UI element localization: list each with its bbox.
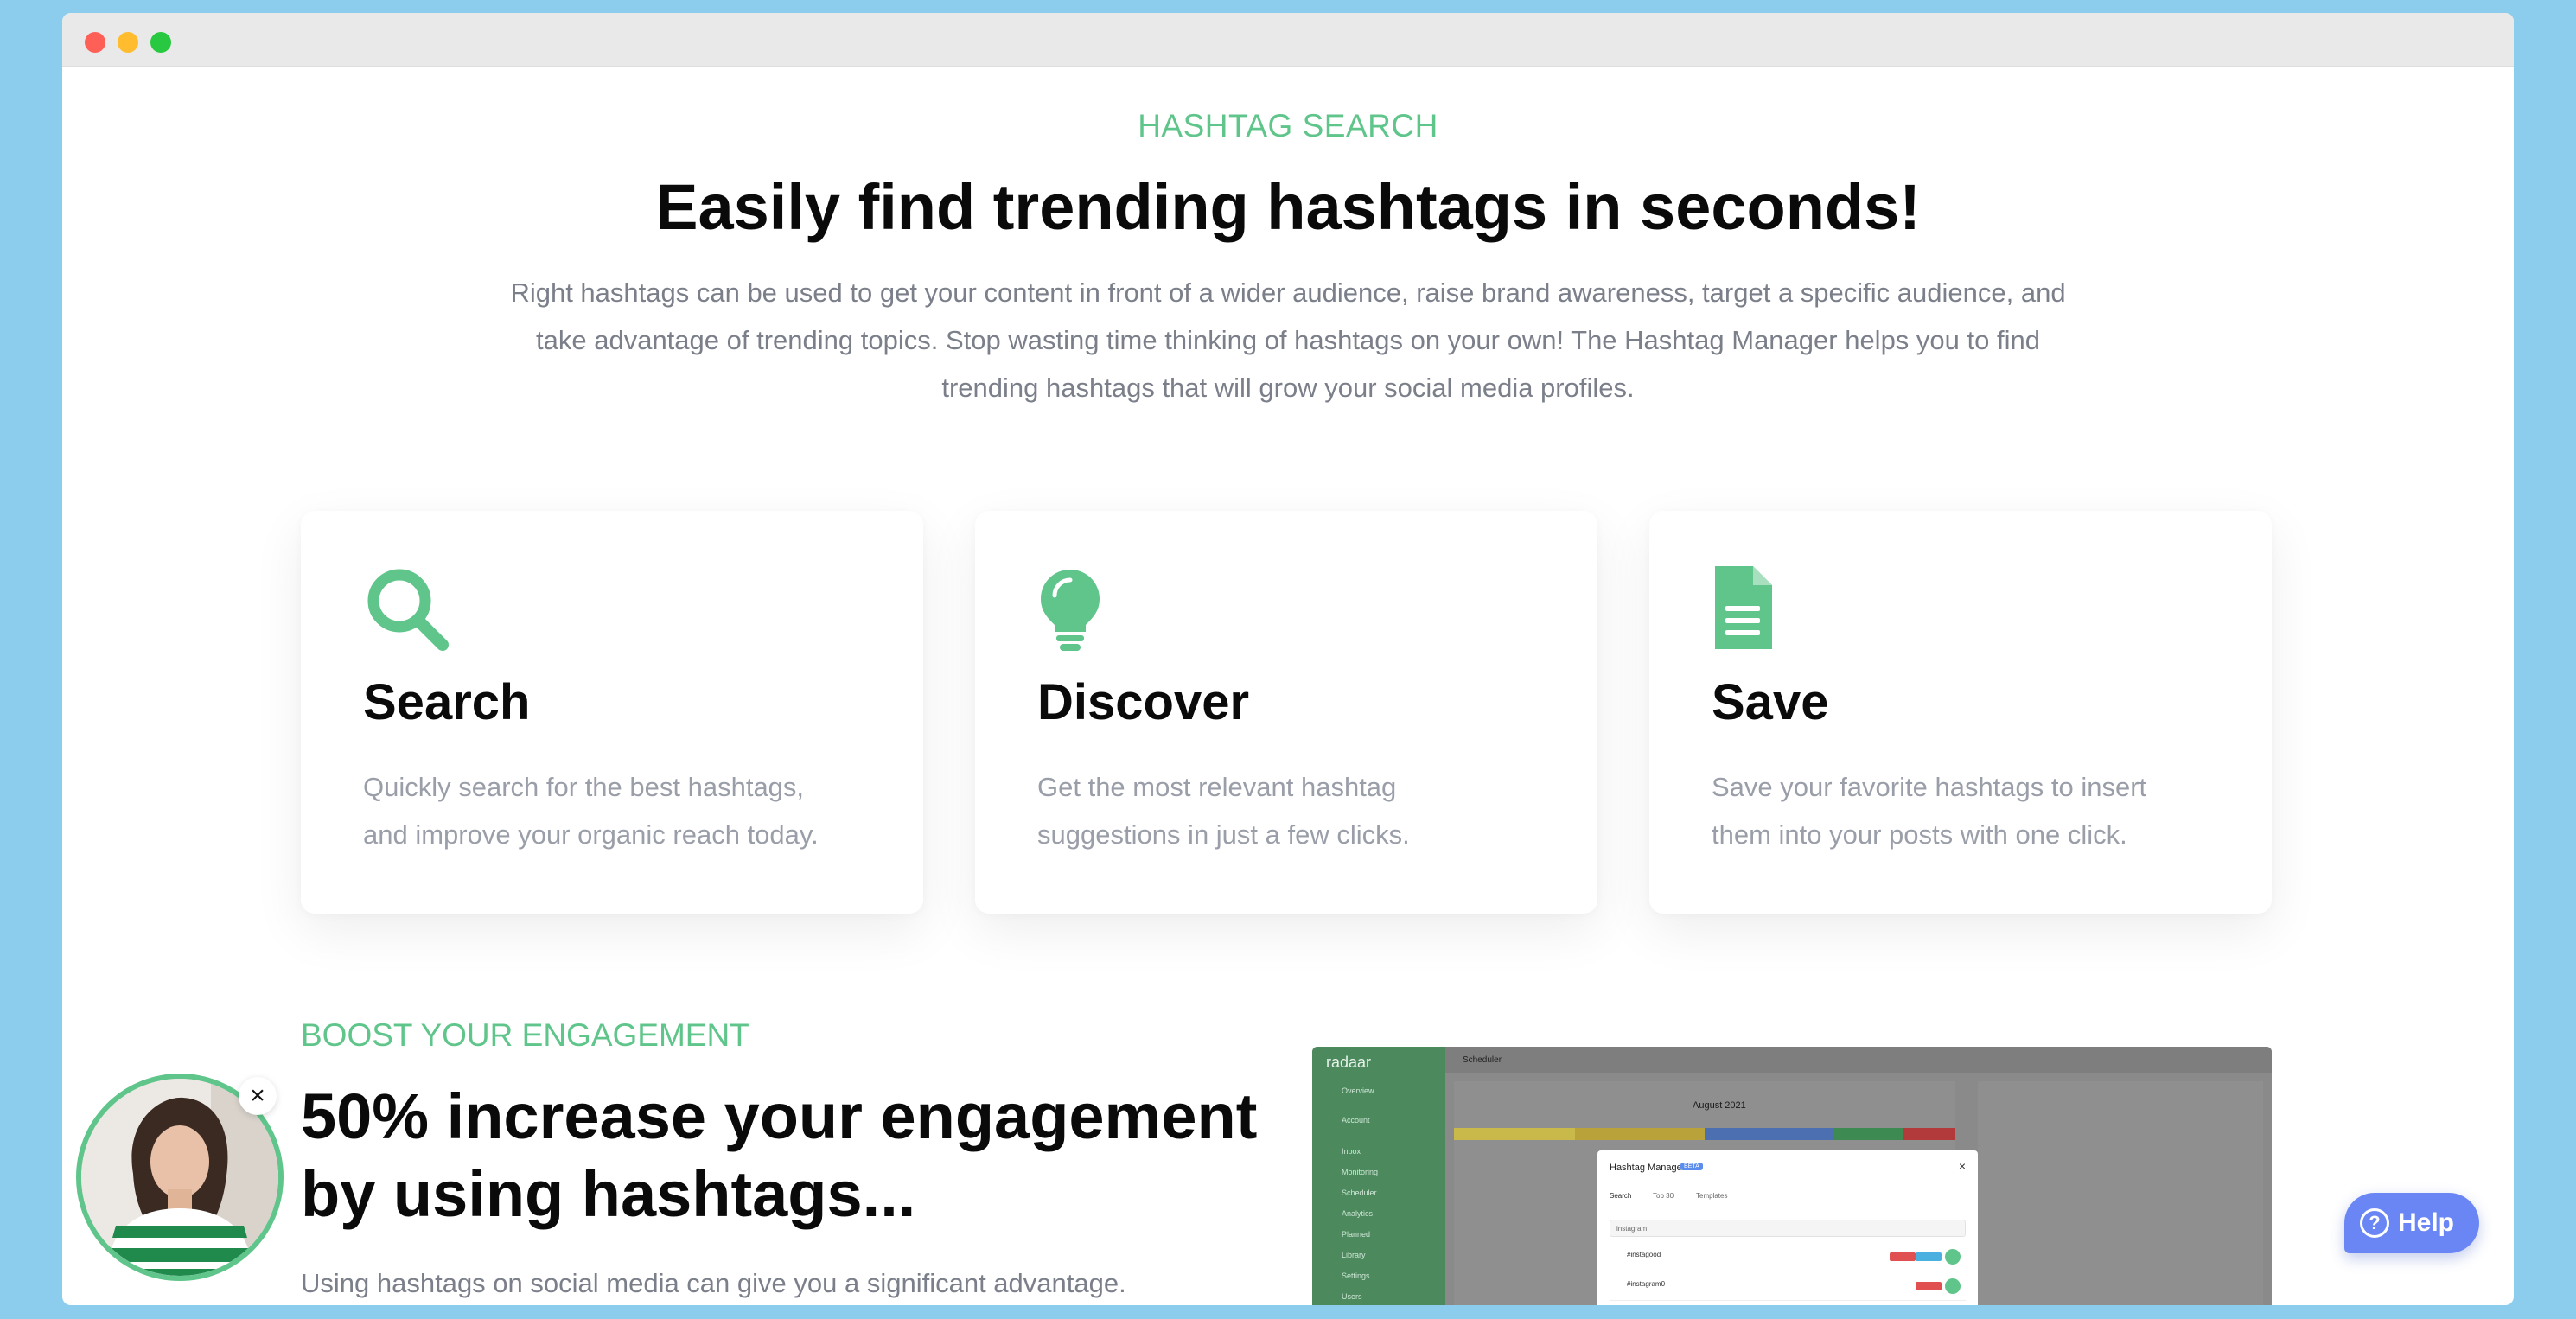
feature-description-line: suggestions in just a few clicks. bbox=[1037, 819, 1410, 850]
hashtag-manager-modal: Hashtag Manager BETA × Search Top 30 Tem… bbox=[1597, 1150, 1978, 1305]
preview-right-panel bbox=[1978, 1081, 2263, 1305]
question-icon: ? bbox=[2360, 1208, 2389, 1238]
preview-status-strip bbox=[1575, 1128, 1705, 1140]
feature-title: Search bbox=[363, 674, 531, 730]
boost-title: 50% increase your engagement by using ha… bbox=[301, 1078, 1286, 1233]
preview-sidebar-item: Account bbox=[1342, 1116, 1370, 1125]
boost-eyebrow: BOOST YOUR ENGAGEMENT bbox=[301, 1017, 749, 1053]
boost-title-line: 50% increase your engagement bbox=[301, 1080, 1258, 1152]
modal-hashtag-row: #instagram0 bbox=[1610, 1273, 1966, 1301]
hashtag-pill bbox=[1916, 1252, 1942, 1261]
minimize-window-button[interactable] bbox=[118, 32, 138, 53]
feature-card-save: Save Save your favorite hashtags to inse… bbox=[1649, 511, 2272, 914]
preview-status-strip bbox=[1834, 1128, 1903, 1140]
hero-eyebrow: HASHTAG SEARCH bbox=[1138, 108, 1438, 143]
lightbulb-icon bbox=[1041, 570, 1100, 651]
close-window-button[interactable] bbox=[85, 32, 105, 53]
hashtag-pill bbox=[1890, 1252, 1916, 1261]
feature-description-line: Get the most relevant hashtag bbox=[1037, 772, 1397, 802]
add-hashtag-icon bbox=[1945, 1278, 1961, 1294]
preview-sidebar-item: Planned bbox=[1342, 1230, 1371, 1239]
hero-title: Easily find trending hashtags in seconds… bbox=[655, 171, 1921, 243]
app-preview-screenshot: radaar Overview Account Inbox Monitoring… bbox=[1312, 1047, 2272, 1305]
preview-topbar-label: Scheduler bbox=[1463, 1055, 1502, 1065]
preview-sidebar-item: Settings bbox=[1342, 1271, 1370, 1280]
feature-description: Quickly search for the best hashtags, an… bbox=[363, 763, 882, 858]
preview-status-strip bbox=[1454, 1128, 1575, 1140]
hero-description-line: take advantage of trending topics. Stop … bbox=[536, 325, 2040, 355]
window-titlebar bbox=[62, 13, 2514, 67]
modal-close-icon: × bbox=[1958, 1159, 1966, 1173]
modal-tab-templates: Templates bbox=[1696, 1192, 1728, 1200]
add-hashtag-icon bbox=[1945, 1249, 1961, 1265]
modal-hashtag-row: #instagood bbox=[1610, 1244, 1966, 1271]
preview-sidebar-item: Users bbox=[1342, 1292, 1362, 1301]
hashtag-row-text: #instagood bbox=[1627, 1251, 1661, 1258]
feature-description-line: and improve your organic reach today. bbox=[363, 819, 819, 850]
modal-tab-top30: Top 30 bbox=[1653, 1192, 1674, 1200]
hashtag-pill bbox=[1916, 1282, 1942, 1290]
hero-description-line: trending hashtags that will grow your so… bbox=[941, 373, 1635, 403]
feature-description-line: them into your posts with one click. bbox=[1712, 819, 2127, 850]
preview-sidebar-item: Library bbox=[1342, 1251, 1366, 1259]
document-icon bbox=[1715, 566, 1772, 649]
preview-logo: radaar bbox=[1326, 1054, 1372, 1071]
feature-description: Save your favorite hashtags to insert th… bbox=[1712, 763, 2230, 858]
hashtag-row-text: #instagram0 bbox=[1627, 1280, 1666, 1288]
boost-description: Using hashtags on social media can give … bbox=[301, 1268, 1126, 1298]
maximize-window-button[interactable] bbox=[150, 32, 171, 53]
help-button[interactable]: ? Help bbox=[2344, 1193, 2479, 1253]
preview-calendar-month: August 2021 bbox=[1693, 1100, 1746, 1111]
feature-title: Save bbox=[1712, 674, 1829, 730]
preview-sidebar-item: Scheduler bbox=[1342, 1188, 1377, 1197]
preview-sidebar-item: Monitoring bbox=[1342, 1168, 1379, 1176]
search-icon bbox=[367, 569, 449, 651]
feature-card-search: Search Quickly search for the best hasht… bbox=[301, 511, 923, 914]
preview-status-strip bbox=[1903, 1128, 1955, 1140]
hero-description-line: Right hashtags can be used to get your c… bbox=[510, 277, 2066, 308]
preview-status-strip bbox=[1705, 1128, 1834, 1140]
preview-sidebar-item: Overview bbox=[1342, 1086, 1374, 1095]
feature-description-line: Save your favorite hashtags to insert bbox=[1712, 772, 2147, 802]
avatar-close-button[interactable]: × bbox=[239, 1077, 277, 1115]
preview-sidebar: radaar Overview Account Inbox Monitoring… bbox=[1312, 1047, 1445, 1305]
modal-title: Hashtag Manager bbox=[1610, 1163, 1686, 1173]
feature-title: Discover bbox=[1037, 674, 1250, 730]
feature-description-line: Quickly search for the best hashtags, bbox=[363, 772, 805, 802]
modal-search-value: instagram bbox=[1616, 1225, 1648, 1233]
browser-window: HASHTAG SEARCH Easily find trending hash… bbox=[62, 13, 2514, 1305]
preview-sidebar-item: Analytics bbox=[1342, 1209, 1374, 1218]
help-label: Help bbox=[2398, 1208, 2455, 1237]
feature-card-discover: Discover Get the most relevant hashtag s… bbox=[975, 511, 1597, 914]
boost-title-line: by using hashtags... bbox=[301, 1158, 916, 1230]
page-content: HASHTAG SEARCH Easily find trending hash… bbox=[62, 67, 2514, 1305]
modal-tab-search: Search bbox=[1610, 1192, 1632, 1200]
feature-description: Get the most relevant hashtag suggestion… bbox=[1037, 763, 1556, 858]
beta-badge: BETA bbox=[1680, 1163, 1703, 1170]
modal-search-input bbox=[1610, 1220, 1966, 1237]
preview-topbar bbox=[1445, 1047, 2272, 1073]
hero-description: Right hashtags can be used to get your c… bbox=[477, 269, 2099, 411]
preview-sidebar-item: Inbox bbox=[1342, 1147, 1361, 1156]
